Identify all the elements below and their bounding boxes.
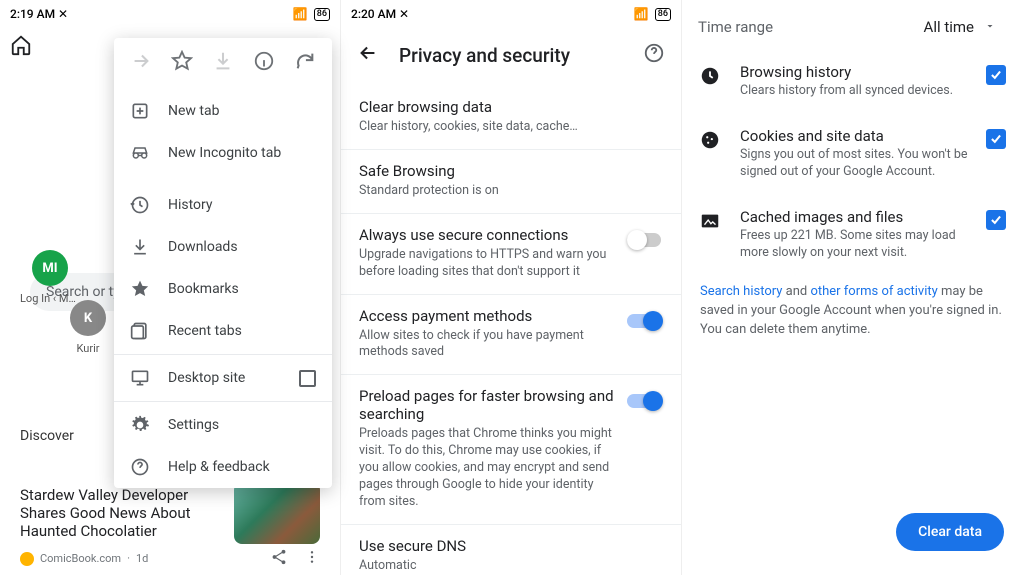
setting-secure-connections[interactable]: Always use secure connections Upgrade na…: [341, 214, 681, 295]
checkbox[interactable]: [986, 210, 1006, 230]
menu-item-label: New Incognito tab: [168, 145, 281, 161]
setting-preload-pages[interactable]: Preload pages for faster browsing and se…: [341, 375, 681, 524]
menu-incognito[interactable]: New Incognito tab: [114, 132, 332, 174]
checkbox[interactable]: [986, 129, 1006, 149]
home-icon[interactable]: [10, 34, 32, 60]
shortcut-item[interactable]: K Kurir: [58, 300, 118, 355]
download-icon[interactable]: [212, 50, 234, 76]
page-title: Privacy and security: [399, 44, 570, 67]
image-icon: [698, 210, 722, 232]
menu-new-tab[interactable]: New tab: [114, 90, 332, 132]
setting-clear-data[interactable]: Clear browsing data Clear history, cooki…: [341, 86, 681, 150]
time-range-value: All time: [924, 18, 974, 36]
menu-item-label: History: [168, 197, 213, 213]
refresh-icon[interactable]: [294, 50, 316, 76]
source-favicon: [20, 552, 34, 566]
link-search-history[interactable]: Search history: [700, 284, 782, 299]
menu-item-label: Help & feedback: [168, 459, 270, 475]
menu-desktop-site[interactable]: Desktop site: [114, 357, 332, 399]
setting-payment-methods[interactable]: Access payment methods Allow sites to ch…: [341, 295, 681, 376]
check-cookies[interactable]: Cookies and site data Signs you out of m…: [682, 114, 1024, 195]
panel-privacy-settings: 2:20 AM ✕ 📶 86 Privacy and security Clea…: [341, 0, 682, 575]
time-range-label: Time range: [698, 18, 773, 36]
panel-browser-home: 2:19 AM ✕ 📶 86 Search or type MI Log In …: [0, 0, 341, 575]
shortcut-badge: K: [70, 300, 106, 336]
menu-item-label: Bookmarks: [168, 281, 239, 297]
status-time: 2:20 AM ✕: [351, 7, 409, 21]
cookie-icon: [698, 129, 722, 151]
share-icon[interactable]: [270, 548, 288, 569]
menu-separator: [114, 354, 332, 355]
menu-settings[interactable]: Settings: [114, 404, 332, 446]
help-icon[interactable]: [643, 42, 665, 68]
dropdown-icon: [984, 18, 996, 36]
check-browsing-history[interactable]: Browsing history Clears history from all…: [682, 50, 1024, 114]
back-icon[interactable]: [357, 42, 379, 68]
battery-badge: 86: [314, 8, 330, 21]
menu-help[interactable]: Help & feedback: [114, 446, 332, 488]
overflow-menu: New tab New Incognito tab History Downlo…: [114, 38, 332, 488]
status-time: 2:19 AM ✕: [10, 7, 68, 21]
clear-data-button[interactable]: Clear data: [896, 513, 1004, 551]
panel-clear-browsing-data: Time range All time Browsing history Cle…: [682, 0, 1024, 575]
menu-item-label: New tab: [168, 103, 219, 119]
menu-item-label: Recent tabs: [168, 323, 242, 339]
check-cached[interactable]: Cached images and files Frees up 221 MB.…: [682, 195, 1024, 276]
settings-header: Privacy and security: [341, 28, 681, 86]
link-other-activity[interactable]: other forms of activity: [810, 284, 937, 299]
dnd-icon: ✕: [58, 7, 68, 21]
signal-icon: 📶: [634, 7, 649, 21]
menu-item-label: Downloads: [168, 239, 238, 255]
discover-article[interactable]: Stardew Valley Developer Shares Good New…: [20, 486, 320, 569]
status-bar: 2:20 AM ✕ 📶 86: [341, 0, 681, 28]
time-range-selector[interactable]: Time range All time: [682, 0, 1024, 50]
article-title: Stardew Valley Developer Shares Good New…: [20, 486, 220, 540]
checkbox[interactable]: [986, 65, 1006, 85]
setting-safe-browsing[interactable]: Safe Browsing Standard protection is on: [341, 150, 681, 214]
info-note: Search history and other forms of activi…: [682, 275, 1024, 348]
article-thumbnail: [234, 482, 320, 544]
forward-icon[interactable]: [130, 50, 152, 76]
menu-item-label: Settings: [168, 417, 219, 433]
menu-item-label: Desktop site: [168, 370, 245, 386]
menu-history[interactable]: History: [114, 184, 332, 226]
switch-payment-methods[interactable]: [627, 311, 663, 331]
menu-downloads[interactable]: Downloads: [114, 226, 332, 268]
clock-icon: [698, 65, 722, 87]
desktop-site-checkbox[interactable]: [299, 370, 316, 387]
article-meta: ComicBook.com · 1d: [20, 548, 320, 569]
menu-bookmarks[interactable]: Bookmarks: [114, 268, 332, 310]
shortcuts: MI Log In ‹ Mo… K Kurir: [20, 250, 118, 355]
more-icon[interactable]: [304, 549, 320, 568]
signal-icon: 📶: [293, 7, 308, 21]
shortcut-label: Kurir: [58, 342, 118, 355]
shortcut-badge: MI: [32, 250, 68, 286]
battery-badge: 86: [655, 8, 671, 21]
setting-secure-dns[interactable]: Use secure DNS Automatic: [341, 525, 681, 588]
switch-preload-pages[interactable]: [627, 391, 663, 411]
dnd-icon: ✕: [399, 7, 409, 21]
menu-recent-tabs[interactable]: Recent tabs: [114, 310, 332, 352]
star-icon[interactable]: [171, 50, 193, 76]
discover-label: Discover: [20, 428, 74, 444]
info-icon[interactable]: [253, 50, 275, 76]
status-bar: 2:19 AM ✕ 📶 86: [0, 0, 340, 28]
menu-separator: [114, 401, 332, 402]
switch-secure-connections[interactable]: [627, 230, 663, 250]
